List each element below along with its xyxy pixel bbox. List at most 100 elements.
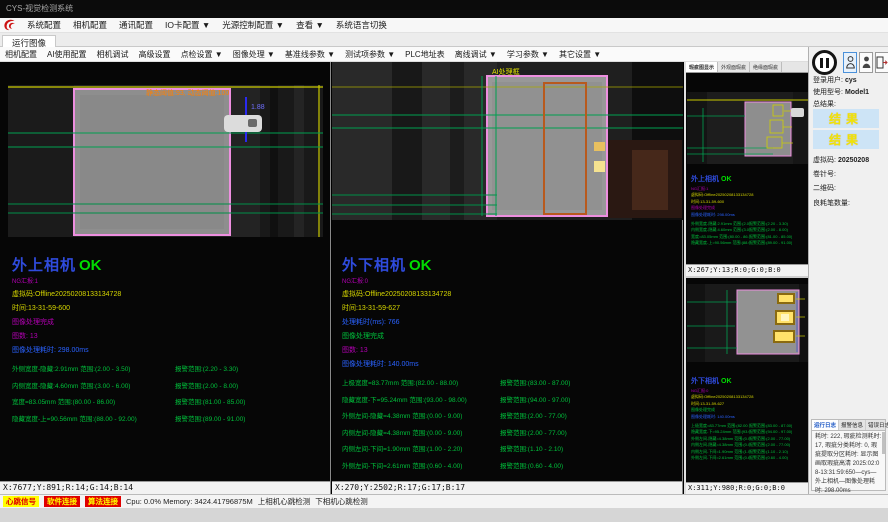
defect-panel-lower[interactable]: 外下相机OK NG汇报:0 虚拟码:Offline202502081331347… xyxy=(686,278,808,494)
alarm-range: 报警范围:(83.00 - 87.00) xyxy=(500,377,570,387)
control-panel: 登录用户:cys 使用型号:Model1 总结果: 结果 结果 虚拟码:2025… xyxy=(808,47,888,494)
camera-title: 外上相机 xyxy=(691,176,719,183)
measurement-text: 内侧宽度-隐藏:4.60mm 范围:(3.00 - 6.00) xyxy=(12,380,175,390)
toolbar-item[interactable]: 基准线参数 ▼ xyxy=(280,49,340,60)
pixel-coords-bar: X:270;Y:2502;R:17;G:17;B:17 xyxy=(332,481,682,494)
tab-error-log[interactable]: 错误日志 xyxy=(866,420,888,430)
pause-button[interactable] xyxy=(812,50,837,75)
menu-item[interactable]: IO卡配置 ▼ xyxy=(159,19,216,31)
heartbeat-badge: 心跳信号 xyxy=(3,496,39,507)
measurement-list: 上极宽度=83.77mm 范围:(82.00 - 88.00)报警范围:(83.… xyxy=(342,377,679,470)
measurement-text: 外侧左间-隐藏=4.38mm 范围:(0.00 - 9.00) xyxy=(342,410,500,420)
toolbar-item[interactable]: 点检设置 ▼ xyxy=(176,49,228,60)
model-row: 使用型号:Model1 xyxy=(813,87,869,97)
menu-item[interactable]: 系统语言切换 xyxy=(330,19,393,31)
title-bar: CYS-视觉检测系统 xyxy=(0,0,888,18)
middle-result-block: 外下相机OK NG汇报:0 虚拟码:Offline202502081331347… xyxy=(342,254,679,476)
tab-defect-image[interactable]: 瑕疵图显示 xyxy=(686,62,718,72)
camera-title: 外上相机 xyxy=(12,257,76,274)
camera-view-upper-outer[interactable]: 静态阈值:93, 动态阈值:100 1.88 外上相机OK NG汇报:1 虚拟码… xyxy=(0,62,331,494)
virtual-code-value: 20250208 xyxy=(838,157,869,164)
alarm-range: 报警范围:(89.00 - 91.00) xyxy=(175,413,245,423)
measurement-text: 隐藏宽度-上=90.56mm 范围:(88.00 - 92.00) xyxy=(12,413,175,423)
measurement-text: 上极宽度=83.77mm 范围:(82.00 - 88.00) xyxy=(342,377,500,387)
alarm-range: 报警范围:(81.00 - 85.00) xyxy=(175,396,245,406)
measurement-row: 隐藏宽度-上=90.56mm 范围:(88.00 - 92.00)报警范围:(8… xyxy=(12,413,327,423)
connector-tab xyxy=(791,108,804,117)
model-value: Model1 xyxy=(845,89,869,96)
left-result-block: 外上相机OK NG汇报:1 虚拟码:Offline202502081331347… xyxy=(12,254,327,429)
measurement-row: 隐藏宽度-下=95.24mm 范围:(93.00 - 98.00)报警范围:(9… xyxy=(342,394,679,404)
middle-image-canvas[interactable]: AI处理框 xyxy=(332,62,683,220)
app-title: CYS-视觉检测系统 xyxy=(6,4,73,13)
exit-button[interactable] xyxy=(875,52,888,73)
toolbar-item[interactable]: AI使用配置 xyxy=(42,49,92,60)
log-scrollbar[interactable] xyxy=(882,432,885,454)
tab-appearance-defect[interactable]: 外观面瑕疵 xyxy=(718,62,750,72)
toolbar-item[interactable]: 离线调试 ▼ xyxy=(450,49,502,60)
time-line: 时间:13-31-59-627 xyxy=(342,303,679,313)
ng-report: NG汇报:1 xyxy=(12,276,327,285)
measurement-text: 隐藏宽度-下=95.24mm 范围:(93.00 - 98.00) xyxy=(342,394,500,404)
toolbar-item[interactable]: 相机配置 xyxy=(0,49,42,60)
marker-label: 1.88 xyxy=(251,104,265,111)
alarm-range: 报警范围:(2.20 - 3.30) xyxy=(175,363,238,373)
measurement-list: 外侧宽度-隐藏:2.91mm 范围:(2.00 - 3.50)报警范围:(2.2… xyxy=(691,221,806,247)
mini-image-canvas[interactable] xyxy=(687,284,808,362)
toolbar-item[interactable]: 其它设置 ▼ xyxy=(554,49,606,60)
barcode-line: 虚拟码:Offline20250208133134728 xyxy=(342,289,679,299)
left-image-canvas[interactable]: 静态阈值:93, 动态阈值:100 1.88 xyxy=(8,85,323,237)
menu-item[interactable]: 光源控制配置 ▼ xyxy=(216,19,290,31)
user-icon xyxy=(846,56,855,69)
lower-camera-heartbeat[interactable]: 下相机心跳检测 xyxy=(315,496,368,507)
status-bar: 心跳信号 软件连接 算法连接 Cpu: 0.0% Memory: 3424.41… xyxy=(0,494,888,508)
log-tabs: 运行日志 报警信息 错误日志 xyxy=(812,420,885,431)
measurement-text: 宽度=83.05mm 范围:(80.00 - 86.00) xyxy=(12,396,175,406)
measurement-row: 上极宽度=83.77mm 范围:(82.00 - 88.00)报警范围:(83.… xyxy=(342,377,679,387)
user-switch-button[interactable] xyxy=(859,52,873,73)
menu-bar: 系统配置 相机配置 通讯配置 IO卡配置 ▼ 光源控制配置 ▼ 查看 ▼ 系统语… xyxy=(0,18,888,33)
alarm-range: 报警范围:(94.00 - 97.00) xyxy=(500,394,570,404)
result-ok: OK xyxy=(409,257,432,274)
camera-view-lower-outer[interactable]: AI处理框 外下相机OK NG汇报:0 虚拟码:Offline202502081… xyxy=(332,62,683,494)
pixel-coords-bar: X:7677;Y:891;R:14;G:14;B:14 xyxy=(0,481,330,494)
total-result-label: 总结果: xyxy=(813,99,836,109)
camera-area: 静态阈值:93, 动态阈值:100 1.88 外上相机OK NG汇报:1 虚拟码… xyxy=(0,62,808,494)
login-user-value: cys xyxy=(845,77,857,84)
measurement-row: 外侧左间-下间=2.61mm 范围:(0.60 - 4.00)报警范围:(0.6… xyxy=(691,455,806,461)
defect-panel-column: 瑕疵图显示 外观面瑕疵 绝缘面瑕疵 xyxy=(684,62,808,494)
defect-panel-upper[interactable]: 瑕疵图显示 外观面瑕疵 绝缘面瑕疵 xyxy=(686,62,808,276)
elapsed-line: 图像处理耗时: 140.00ms xyxy=(342,359,679,369)
result-box-upper: 结果 xyxy=(813,109,879,128)
mini-result-block: 外下相机OK NG汇报:0 虚拟码:Offline202502081331347… xyxy=(691,370,806,461)
elapsed-line: 图像处理耗时: 298.00ms xyxy=(691,212,806,218)
toolbar-item[interactable]: 相机调试 xyxy=(92,49,134,60)
result-box-lower: 结果 xyxy=(813,130,879,149)
menu-item[interactable]: 相机配置 xyxy=(67,19,113,31)
toolbar-item[interactable]: 学习参数 ▼ xyxy=(502,49,554,60)
measurement-row: 内侧宽度-隐藏:4.60mm 范围:(3.00 - 6.00)报警范围:(2.0… xyxy=(12,380,327,390)
measurement-text: 内侧左间-隐藏=4.38mm 范围:(0.00 - 9.00) xyxy=(342,427,500,437)
frame-count-line: 图数: 13 xyxy=(342,345,679,355)
exit-door-icon xyxy=(876,56,888,69)
measurement-list: 上极宽度=83.77mm 范围:(82.00 - 88.00)报警范围:(83.… xyxy=(691,423,806,461)
measurement-row: 外侧左间-隐藏=4.38mm 范围:(0.00 - 9.00)报警范围:(2.0… xyxy=(342,410,679,420)
tab-run-log[interactable]: 运行日志 xyxy=(812,420,839,430)
menu-item[interactable]: 系统配置 xyxy=(21,19,67,31)
menu-item[interactable]: 通讯配置 xyxy=(113,19,159,31)
upper-camera-heartbeat[interactable]: 上相机心跳检测 xyxy=(258,496,311,507)
mini-image-canvas[interactable] xyxy=(687,92,808,164)
user-login-button[interactable] xyxy=(843,52,857,73)
toolbar-item[interactable]: PLC地址表 xyxy=(400,49,450,60)
toolbar-item[interactable]: 测试项参数 ▼ xyxy=(340,49,400,60)
menu-item[interactable]: 查看 ▼ xyxy=(290,19,330,31)
winding-pin-row: 卷针号: xyxy=(813,169,836,179)
tab-insulation-defect[interactable]: 绝缘面瑕疵 xyxy=(750,62,782,72)
camera-title: 外下相机 xyxy=(691,378,719,385)
measurement-list: 外侧宽度-隐藏:2.91mm 范围:(2.00 - 3.50)报警范围:(2.2… xyxy=(12,363,327,423)
toolbar-item[interactable]: 图像处理 ▼ xyxy=(228,49,280,60)
toolbar-item[interactable]: 高级设置 xyxy=(134,49,176,60)
user-filled-icon xyxy=(862,56,871,69)
tab-alarm-log[interactable]: 报警信息 xyxy=(839,420,866,430)
alarm-range: 报警范围:(2.00 - 77.00) xyxy=(500,410,567,420)
